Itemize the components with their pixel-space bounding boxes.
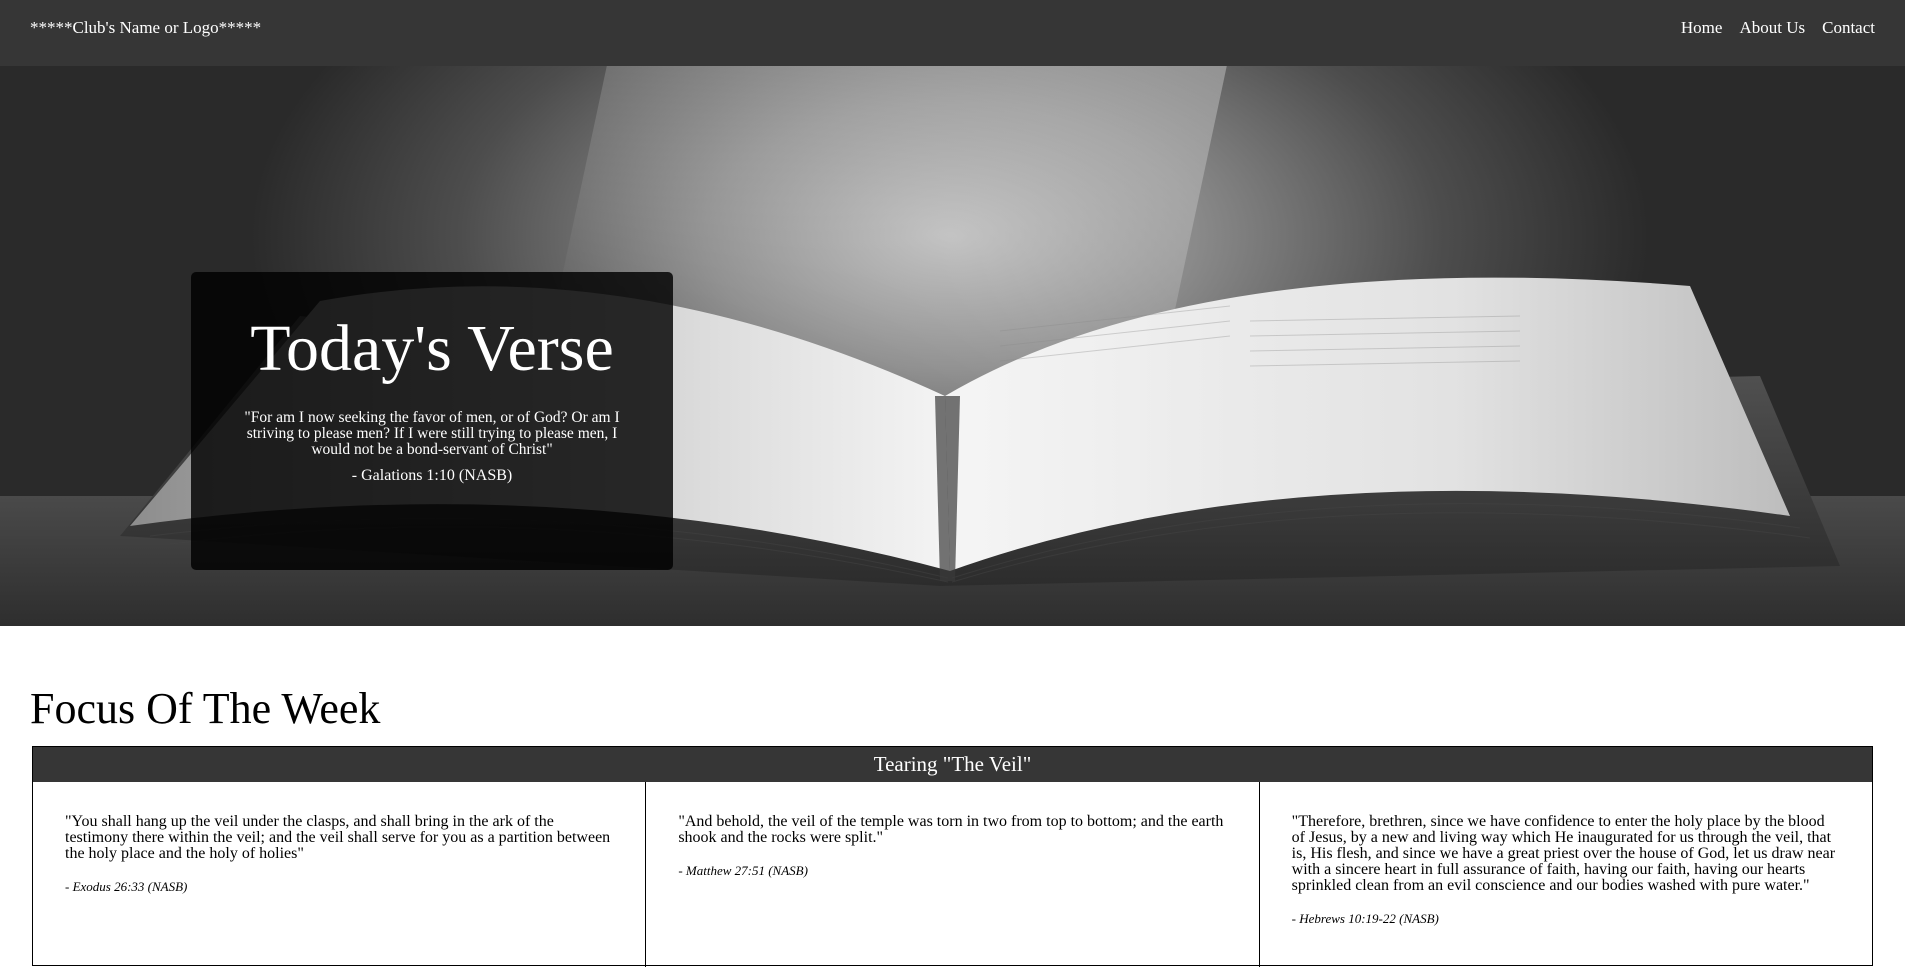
nav-link-home[interactable]: Home — [1681, 18, 1723, 38]
scripture-quote: "Therefore, brethren, since we have conf… — [1291, 813, 1836, 894]
todays-verse-card: Today's Verse "For am I now seeking the … — [191, 272, 673, 570]
focus-table: Tearing "The Veil" "You shall hang up th… — [32, 746, 1873, 967]
focus-columns: "You shall hang up the veil under the cl… — [33, 782, 1872, 967]
focus-title: Tearing "The Veil" — [33, 747, 1872, 782]
verse-reference: - Galations 1:10 (NASB) — [351, 467, 513, 484]
nav-links: Home About Us Contact — [1681, 18, 1875, 38]
nav-link-contact[interactable]: Contact — [1822, 18, 1875, 38]
hero-banner: Today's Verse "For am I now seeking the … — [0, 66, 1905, 626]
scripture-reference: - Matthew 27:51 (NASB) — [678, 863, 808, 878]
focus-column: "Therefore, brethren, since we have conf… — [1260, 782, 1872, 967]
focus-column: "And behold, the veil of the temple was … — [646, 782, 1260, 967]
focus-heading: Focus Of The Week — [30, 684, 381, 733]
verse-title: Today's Verse — [250, 312, 614, 385]
scripture-quote: "And behold, the veil of the temple was … — [678, 813, 1224, 846]
focus-column: "You shall hang up the veil under the cl… — [33, 782, 647, 967]
nav-link-about-us[interactable]: About Us — [1739, 18, 1805, 38]
verse-text: "For am I now seeking the favor of men, … — [244, 409, 620, 458]
scripture-reference: - Exodus 26:33 (NASB) — [65, 879, 188, 894]
scripture-quote: "You shall hang up the veil under the cl… — [65, 813, 611, 862]
scripture-reference: - Hebrews 10:19-22 (NASB) — [1291, 911, 1439, 926]
brand-logo-link[interactable]: *****Club's Name or Logo***** — [30, 18, 261, 38]
navbar: *****Club's Name or Logo***** Home About… — [0, 0, 1905, 66]
